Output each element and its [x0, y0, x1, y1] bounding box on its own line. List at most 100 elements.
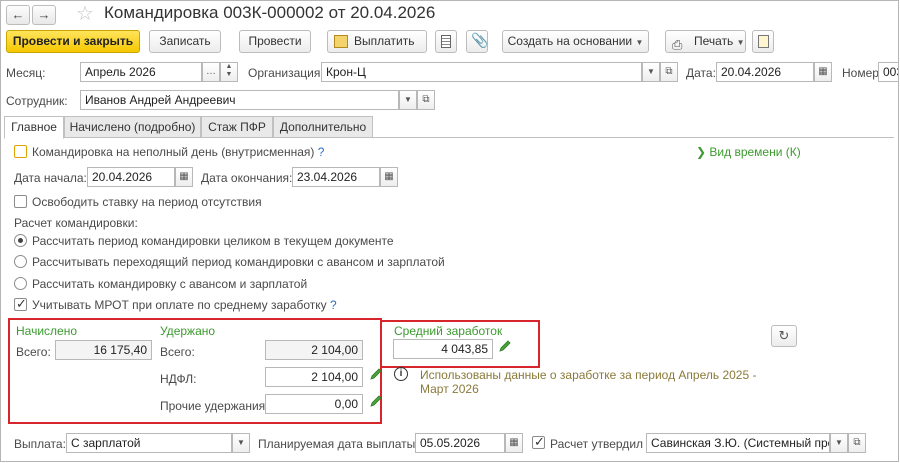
calendar-icon: ▦ [384, 171, 394, 182]
time-type-text: Вид времени (К) [709, 145, 801, 159]
calendar-icon: ▦ [818, 66, 828, 77]
date-calendar-button[interactable]: ▦ [814, 62, 832, 82]
organization-field[interactable]: Крон-Ц [321, 62, 642, 82]
report-button[interactable] [752, 30, 774, 53]
tab-main[interactable]: Главное [4, 116, 64, 139]
employee-field[interactable]: Иванов Андрей Андреевич [80, 90, 399, 110]
favorite-star-icon[interactable]: ☆ [76, 1, 94, 26]
other-withheld-field[interactable]: 0,00 [265, 394, 363, 414]
start-date-field[interactable]: 20.04.2026 [87, 167, 175, 187]
planned-date-field[interactable]: 05.05.2026 [415, 433, 505, 453]
approved-checkbox[interactable]: ✓ [532, 434, 545, 449]
approved-by-field[interactable]: Савинская З.Ю. (Системный прог [646, 433, 830, 453]
tab-additional[interactable]: Дополнительно [273, 116, 373, 138]
print-button-label: Печать [694, 34, 734, 48]
calendar-icon: ▦ [509, 437, 519, 448]
calc-label: Расчет командировки: [14, 216, 138, 230]
help-icon[interactable]: ? [318, 145, 325, 159]
approved-by-open-button[interactable]: ⧉ [848, 433, 866, 453]
end-date-field[interactable]: 23.04.2026 [292, 167, 380, 187]
ndfl-edit-pencil-icon[interactable] [369, 367, 383, 381]
journal-button[interactable] [435, 30, 457, 53]
page-title: Командировка 003К-000002 от 20.04.2026 [104, 3, 436, 22]
mrot-checkbox[interactable]: ✓ [14, 296, 27, 311]
caret-down-icon: ▼ [736, 38, 745, 47]
attach-button[interactable]: 📎 [466, 30, 488, 53]
start-date-label: Дата начала: [14, 171, 87, 185]
average-edit-pencil-icon[interactable] [498, 339, 512, 353]
help-icon[interactable]: ? [330, 298, 337, 312]
mrot-text: Учитывать МРОТ при оплате по среднему за… [32, 298, 327, 312]
post-and-close-button[interactable]: Провести и закрыть [6, 30, 140, 53]
employee-open-button[interactable]: ⧉ [417, 90, 435, 110]
average-info-line2: Март 2026 [420, 382, 479, 396]
caret-down-icon: ▼ [635, 38, 644, 47]
ellipsis-icon: … [206, 66, 216, 77]
end-date-calendar-button[interactable]: ▦ [380, 167, 398, 187]
open-icon: ⧉ [422, 94, 430, 105]
start-date-calendar-button[interactable]: ▦ [175, 167, 193, 187]
planned-date-label: Планируемая дата выплаты: [258, 437, 419, 451]
caret-down-icon: ▼ [647, 67, 655, 76]
chevron-right-icon: ❯ [696, 145, 707, 159]
payout-dropdown[interactable]: ▼ [232, 433, 250, 453]
calc-transitional-radio[interactable] [14, 255, 27, 268]
organization-dropdown[interactable]: ▼ [642, 62, 660, 82]
partial-day-checkbox[interactable] [14, 145, 27, 158]
month-select-button[interactable]: … [202, 62, 220, 82]
calc-whole-label: Рассчитать период командировки целиком в… [32, 234, 394, 248]
forward-button[interactable]: → [32, 5, 56, 25]
calc-whole-radio[interactable] [14, 234, 27, 247]
time-type-link[interactable]: ❯ Вид времени (К) [696, 145, 801, 159]
month-label: Месяц: [6, 66, 46, 80]
paperclip-icon: 📎 [471, 32, 489, 48]
accrued-total-field: 16 175,40 [55, 340, 152, 360]
caret-down-icon: ▼ [237, 438, 245, 447]
save-button[interactable]: Записать [149, 30, 221, 53]
month-stepper[interactable]: ▲ ▼ [220, 62, 238, 82]
number-label: Номер: [842, 66, 883, 80]
other-withheld-edit-pencil-icon[interactable] [369, 394, 383, 408]
withheld-total-label: Всего: [160, 345, 195, 359]
checkmark-icon: ✓ [534, 434, 545, 449]
list-icon [441, 35, 451, 48]
calc-with-salary-radio[interactable] [14, 277, 27, 290]
accrued-total-label: Всего: [16, 345, 51, 359]
ndfl-field[interactable]: 2 104,00 [265, 367, 363, 387]
date-field[interactable]: 20.04.2026 [716, 62, 814, 82]
partial-day-text: Командировка на неполный день (внутрисме… [32, 145, 315, 159]
month-field[interactable]: Апрель 2026 [80, 62, 202, 82]
pay-button[interactable]: Выплатить [327, 30, 427, 53]
date-label: Дата: [686, 66, 716, 80]
post-button[interactable]: Провести [239, 30, 311, 53]
planned-date-calendar-button[interactable]: ▦ [505, 433, 523, 453]
approved-by-dropdown[interactable]: ▼ [830, 433, 848, 453]
checkmark-icon: ✓ [16, 296, 27, 311]
tab-pension-service[interactable]: Стаж ПФР [201, 116, 273, 138]
organization-open-button[interactable]: ⧉ [660, 62, 678, 82]
accrued-title: Начислено [16, 324, 78, 338]
open-icon: ⧉ [665, 66, 673, 77]
calc-with-salary-label: Рассчитать командировку с авансом и зарп… [32, 277, 308, 291]
organization-label: Организация: [248, 66, 324, 80]
free-rate-checkbox[interactable] [14, 195, 27, 208]
payout-label: Выплата: [14, 437, 66, 451]
employee-dropdown[interactable]: ▼ [399, 90, 417, 110]
calc-transitional-label: Рассчитывать переходящий период командир… [32, 255, 445, 269]
average-title: Средний заработок [394, 324, 503, 338]
back-button[interactable]: ← [6, 5, 30, 25]
refresh-icon: ↻ [778, 328, 790, 343]
number-field[interactable]: 003К-000002 [878, 62, 899, 82]
partial-day-label: Командировка на неполный день (внутрисме… [32, 145, 324, 159]
caret-down-icon: ▼ [835, 438, 843, 447]
refresh-button[interactable]: ↻ [771, 325, 797, 347]
print-button[interactable]: ⎙ Печать ▼ [665, 30, 746, 53]
create-based-on-button[interactable]: Создать на основании ▼ [502, 30, 649, 53]
ndfl-label: НДФЛ: [160, 372, 197, 386]
pay-button-label: Выплатить [354, 34, 415, 48]
average-field[interactable]: 4 043,85 [393, 339, 493, 359]
payout-field[interactable]: С зарплатой [66, 433, 232, 453]
stepper-icon: ▲ ▼ [225, 63, 233, 78]
tab-accrued-detail[interactable]: Начислено (подробно) [64, 116, 201, 138]
end-date-label: Дата окончания: [201, 171, 293, 185]
